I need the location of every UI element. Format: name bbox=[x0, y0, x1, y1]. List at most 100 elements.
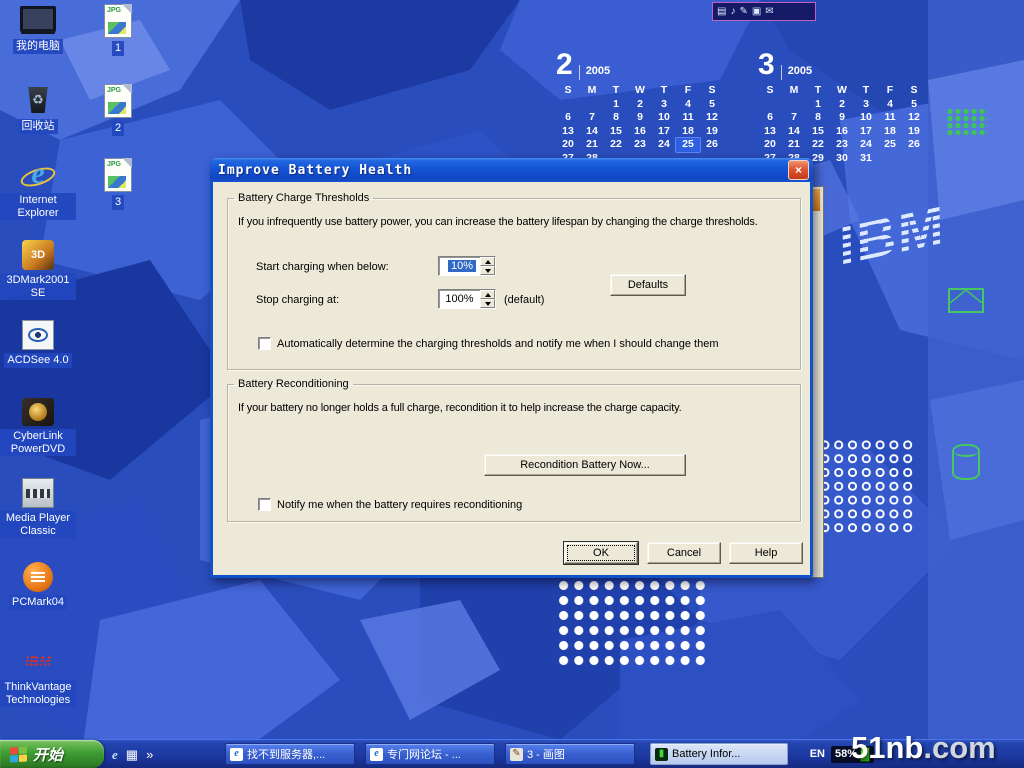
document-icon[interactable]: ✉ bbox=[765, 7, 773, 17]
notify-reconditioning-checkbox[interactable] bbox=[258, 498, 271, 511]
taskbar-task-paint[interactable]: ✎3 - 画图 bbox=[505, 743, 635, 765]
calendar-weekday-header: S bbox=[902, 84, 926, 98]
spin-up-button[interactable] bbox=[480, 290, 495, 299]
show-desktop-quick-launch[interactable]: ▦ bbox=[126, 748, 138, 761]
icon-label: 3 bbox=[112, 195, 124, 210]
stop-threshold-value[interactable]: 100% bbox=[439, 293, 480, 305]
icon-label: PCMark04 bbox=[9, 595, 67, 610]
watermark: 51nb.com bbox=[851, 730, 996, 766]
calendar-day: 23 bbox=[830, 138, 854, 152]
calendar-weekday-header: F bbox=[676, 84, 700, 98]
calendar-day: 9 bbox=[628, 111, 652, 125]
calendar-day: 31 bbox=[854, 152, 878, 166]
calendar-grid: SMTWTFS123456789101112131415161718192021… bbox=[758, 84, 926, 165]
calendar-weekday-header: S bbox=[758, 84, 782, 98]
calendar-month: 3 bbox=[758, 50, 775, 80]
calendar-weekday-header: T bbox=[806, 84, 830, 98]
desktop-icon-acdsee-40[interactable]: ACDSee 4.0 bbox=[0, 320, 76, 368]
spin-down-button[interactable] bbox=[480, 266, 495, 275]
calendar-day: 17 bbox=[652, 125, 676, 139]
desktop-icon-jpg-file-3[interactable]: JPG3 bbox=[80, 158, 156, 210]
calendar-day: 6 bbox=[556, 111, 580, 125]
group-title: Battery Charge Thresholds bbox=[234, 192, 373, 204]
desktop-icon-jpg-file-1[interactable]: JPG 1 bbox=[80, 4, 156, 56]
jpg-file-1-glyph: JPG bbox=[107, 7, 121, 14]
calendar-weekday-header: M bbox=[782, 84, 806, 98]
close-button[interactable]: × bbox=[788, 160, 809, 180]
ok-button[interactable]: OK bbox=[564, 542, 638, 564]
quick-launch: e ▦ » bbox=[112, 740, 153, 768]
desktop-icon-thinkvantage-technologies[interactable]: IBMThinkVantage Technologies bbox=[0, 645, 76, 707]
calendar-day: 9 bbox=[830, 111, 854, 125]
wallpaper-ring-grid bbox=[818, 438, 916, 534]
calendar-weekday-header: T bbox=[652, 84, 676, 98]
calendar-day: 15 bbox=[806, 125, 830, 139]
calendar-day: 4 bbox=[878, 98, 902, 112]
calendar-title: 2 2005 bbox=[556, 50, 724, 80]
cyberlink-powerdvd-icon bbox=[22, 398, 54, 426]
improve-battery-health-dialog: Improve Battery Health × Battery Charge … bbox=[210, 158, 813, 578]
calendar-day: 21 bbox=[782, 138, 806, 152]
calendar-day: 19 bbox=[700, 125, 724, 139]
icon-label: 回收站 bbox=[19, 119, 58, 134]
calendar-day: 22 bbox=[604, 138, 628, 152]
pixel-grid-icon bbox=[946, 108, 988, 136]
internet-explorer-quick-launch[interactable]: e bbox=[112, 748, 118, 761]
calendar-weekday-header: S bbox=[700, 84, 724, 98]
spin-down-button[interactable] bbox=[480, 299, 495, 308]
desktop-icon-recycle-bin[interactable]: ♻回收站 bbox=[0, 84, 76, 134]
calendar-weekday-header: T bbox=[604, 84, 628, 98]
display-icon[interactable]: ▣ bbox=[752, 7, 761, 17]
recondition-battery-button[interactable]: Recondition Battery Now... bbox=[484, 454, 686, 476]
help-button[interactable]: Help bbox=[729, 542, 803, 564]
calendar-weekday-header: M bbox=[580, 84, 604, 98]
desktop-icon-jpg-file-2[interactable]: JPG2 bbox=[80, 84, 156, 136]
my-computer-icon bbox=[20, 4, 56, 36]
icon-label: 1 bbox=[112, 41, 124, 56]
calendar-grid: SMTWTFS123456789101112131415161718192021… bbox=[556, 84, 724, 165]
calendar-day: 14 bbox=[580, 125, 604, 139]
stop-threshold-spinner[interactable]: 100% bbox=[438, 289, 496, 309]
language-indicator[interactable]: EN bbox=[810, 748, 825, 760]
icon-label: Internet Explorer bbox=[0, 193, 76, 220]
start-threshold-spinner[interactable]: 10% bbox=[438, 256, 496, 276]
calendar-day: 13 bbox=[556, 125, 580, 139]
defaults-button[interactable]: Defaults bbox=[610, 274, 686, 296]
auto-determine-checkbox[interactable] bbox=[258, 337, 271, 350]
calendar-day: 3 bbox=[854, 98, 878, 112]
internet-explorer-icon: e bbox=[20, 158, 56, 190]
3dmark2001-se-icon: 3D bbox=[22, 240, 54, 270]
more-chevron[interactable]: » bbox=[146, 748, 153, 761]
pen-icon[interactable]: ✎ bbox=[739, 7, 747, 17]
desktop-icon-pcmark04[interactable]: PCMark04 bbox=[0, 562, 76, 610]
desktop-icon-internet-explorer[interactable]: e Internet Explorer bbox=[0, 158, 76, 220]
taskbar-task-forum[interactable]: e专门网论坛 - ... bbox=[365, 743, 495, 765]
calendar-day bbox=[878, 152, 902, 166]
icon-label: CyberLink PowerDVD bbox=[0, 429, 76, 456]
spin-up-button[interactable] bbox=[480, 257, 495, 266]
envelope-icon bbox=[948, 288, 984, 313]
dialog-titlebar[interactable]: Improve Battery Health × bbox=[210, 158, 813, 182]
desktop-icon-3dmark2001-se[interactable]: 3D3DMark2001 SE bbox=[0, 240, 76, 300]
desktop-icon-cyberlink-powerdvd[interactable]: CyberLink PowerDVD bbox=[0, 398, 76, 456]
calendar-day: 20 bbox=[556, 138, 580, 152]
calendar-day: 30 bbox=[830, 152, 854, 166]
cancel-button[interactable]: Cancel bbox=[647, 542, 721, 564]
taskbar-task-server-not-found[interactable]: e找不到服务器,... bbox=[225, 743, 355, 765]
calendar-day: 24 bbox=[854, 138, 878, 152]
media-player-classic-icon bbox=[22, 478, 54, 508]
notify-reconditioning-label: Notify me when the battery requires reco… bbox=[277, 499, 522, 511]
start-button[interactable]: 开始 bbox=[0, 740, 104, 768]
icon-label: Media Player Classic bbox=[0, 511, 76, 538]
start-threshold-value[interactable]: 10% bbox=[448, 260, 476, 272]
stop-charging-label: Stop charging at: bbox=[256, 294, 339, 306]
3dmark2001-se-glyph: 3D bbox=[31, 249, 45, 261]
calendar-day: 11 bbox=[676, 111, 700, 125]
volume-icon[interactable]: ♪ bbox=[730, 7, 735, 17]
desktop-icon-my-computer[interactable]: 我的电脑 bbox=[0, 4, 76, 54]
watermark-main: 51nb bbox=[851, 730, 923, 765]
taskbar-task-battery-information[interactable]: ▮Battery Infor... bbox=[650, 743, 788, 765]
keyboard-icon[interactable]: ▤ bbox=[717, 7, 726, 17]
desktop-icon-media-player-classic[interactable]: Media Player Classic bbox=[0, 478, 76, 538]
windows-logo-icon bbox=[10, 746, 27, 762]
